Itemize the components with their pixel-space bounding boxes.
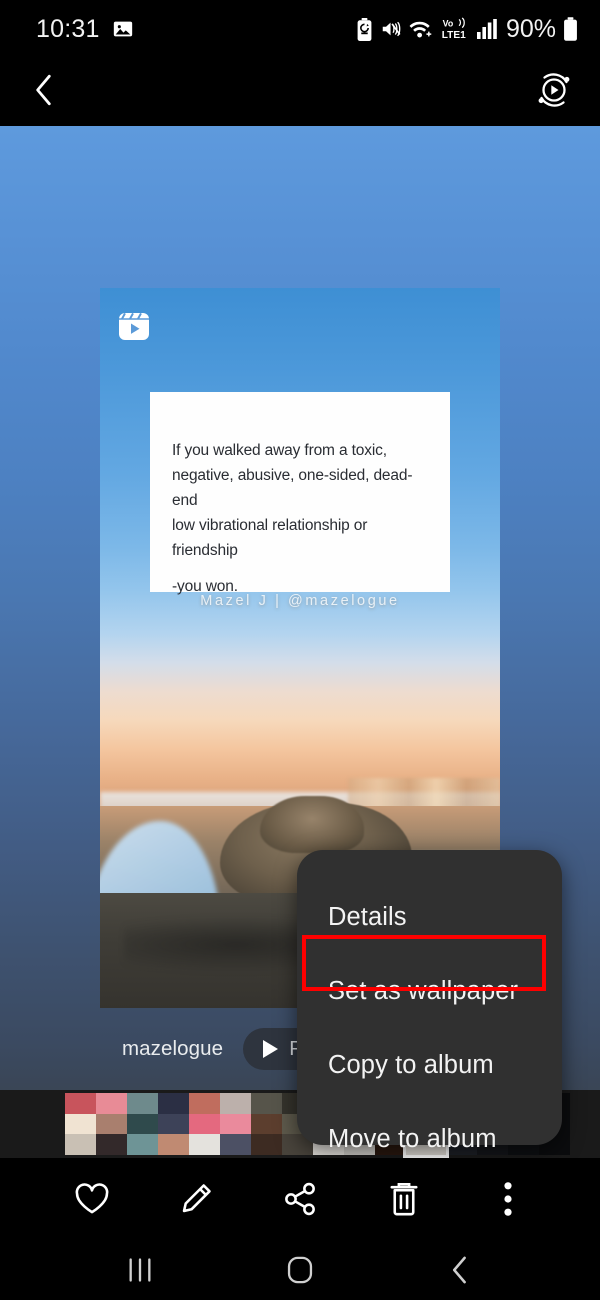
battery-icon <box>563 17 578 41</box>
recents-icon[interactable] <box>110 1250 170 1290</box>
app-top-bar <box>0 58 600 126</box>
filmstrip-thumbnail[interactable] <box>220 1093 251 1156</box>
quote-line-3: low vibrational relationship or friendsh… <box>172 517 368 559</box>
volte-icon: Vo LTE1 <box>440 17 470 41</box>
gallery-notification-icon <box>112 18 134 40</box>
menu-item-label: Move to album <box>328 1124 497 1153</box>
reels-video-badge-icon <box>114 306 154 346</box>
mute-vibrate-icon <box>380 18 402 40</box>
filmstrip-thumbnail[interactable] <box>96 1093 127 1156</box>
home-icon[interactable] <box>270 1250 330 1290</box>
trash-icon[interactable] <box>378 1173 430 1225</box>
status-bar-time: 10:31 <box>36 14 100 43</box>
status-bar: 10:31 Vo LTE1 90% <box>0 0 600 58</box>
photo-rock-secondary <box>260 795 364 854</box>
pencil-icon[interactable] <box>170 1173 222 1225</box>
photo-source-name: mazelogue <box>122 1037 224 1060</box>
play-triangle-icon <box>263 1040 279 1058</box>
share-icon[interactable] <box>274 1173 326 1225</box>
wifi-icon <box>409 18 433 40</box>
svg-text:Vo: Vo <box>443 18 454 28</box>
quote-line-1: If you walked away from a toxic, <box>172 442 387 459</box>
menu-item-move-to-album[interactable]: Move to album <box>297 1102 562 1176</box>
filmstrip-thumbnail[interactable] <box>158 1093 189 1156</box>
filmstrip-thumbnail[interactable] <box>251 1093 282 1156</box>
photo-attribution: Mazel J | @mazelogue <box>200 593 400 609</box>
menu-item-set-as-wallpaper[interactable]: Set as wallpaper <box>297 954 562 1028</box>
phone-screen: 10:31 Vo LTE1 90% If you walked away fro… <box>0 0 600 1300</box>
menu-item-label: Details <box>328 902 407 931</box>
menu-item-label: Copy to album <box>328 1050 494 1079</box>
back-button[interactable] <box>30 73 58 112</box>
menu-item-copy-to-album[interactable]: Copy to album <box>297 1028 562 1102</box>
svg-text:LTE1: LTE1 <box>442 30 466 41</box>
more-vertical-icon[interactable] <box>482 1173 534 1225</box>
battery-percent-label: 90% <box>505 14 556 43</box>
status-bar-notification-icons <box>112 18 134 40</box>
heart-icon[interactable] <box>66 1173 118 1225</box>
menu-item-label: Set as wallpaper <box>328 976 519 1005</box>
android-nav-bar <box>0 1240 600 1300</box>
menu-item-details[interactable]: Details <box>297 880 562 954</box>
motion-photo-icon[interactable] <box>534 70 574 115</box>
filmstrip-thumbnail[interactable] <box>189 1093 220 1156</box>
filmstrip-thumbnail[interactable] <box>127 1093 158 1156</box>
status-bar-system-icons: Vo LTE1 90% <box>356 15 578 44</box>
quote-line-2: negative, abusive, one-sided, dead-end <box>172 467 413 509</box>
back-icon[interactable] <box>430 1250 490 1290</box>
quote-card: If you walked away from a toxic, negativ… <box>150 392 450 595</box>
signal-bars-icon <box>476 18 497 40</box>
filmstrip-thumbnail[interactable] <box>65 1093 96 1156</box>
battery-saver-icon <box>356 17 373 41</box>
context-menu[interactable]: Details Set as wallpaper Copy to album Move… <box>297 850 562 1153</box>
